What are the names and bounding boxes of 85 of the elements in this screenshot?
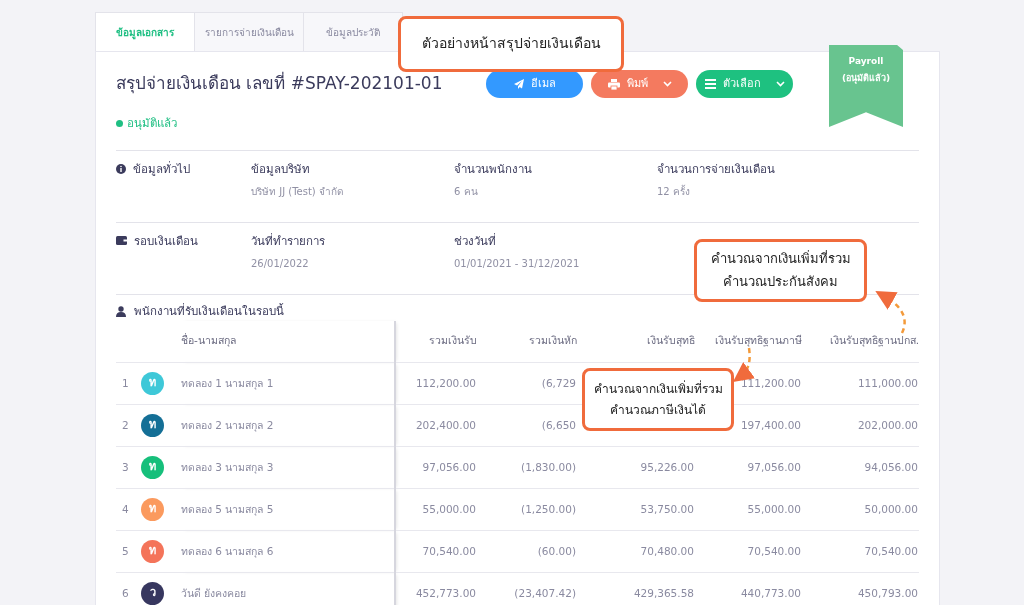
amount: 111,200.00: [740, 376, 801, 389]
avatar: ว: [141, 582, 164, 605]
field-value: 01/01/2021 - 31/12/2021: [454, 256, 581, 271]
amount: (6,729: [541, 376, 576, 389]
column-header: เงินรับสุทธิ: [647, 334, 695, 347]
amount: 70,480.00: [640, 544, 694, 557]
employee-name: ทดลอง 6 นามสกุล 6: [181, 544, 274, 557]
status-label: อนุมัติแล้ว: [127, 115, 177, 132]
section-heading: รอบเงินเดือน: [134, 233, 198, 251]
employee-name: ทดลอง 5 นามสกุล 5: [181, 502, 274, 515]
amount: 53,750.00: [640, 502, 694, 515]
amount: 111,000.00: [857, 376, 918, 389]
amount: 70,540.00: [422, 544, 476, 557]
avatar: ท: [141, 372, 164, 395]
amount: 55,000.00: [422, 502, 476, 515]
field-value: 26/01/2022: [251, 256, 310, 271]
printer-icon: [607, 78, 620, 90]
field-value: 6 คน: [454, 184, 479, 199]
amount: 50,000.00: [864, 502, 918, 515]
field-label: วันที่ทำรายการ: [251, 233, 326, 251]
employee-name: ทดลอง 3 นามสกุล 3: [181, 460, 274, 473]
tab[interactable]: ข้อมูลเอกสาร: [95, 12, 195, 52]
amount: 197,400.00: [740, 418, 801, 431]
amount: 202,000.00: [857, 418, 918, 431]
amount: (1,250.00): [521, 502, 576, 515]
wallet-icon: [116, 236, 127, 246]
row-number: 3: [122, 460, 129, 473]
avatar: ท: [141, 414, 164, 437]
avatar: ท: [141, 456, 164, 479]
amount: 97,056.00: [422, 460, 476, 473]
row-number: 4: [122, 502, 129, 515]
person-icon: [116, 306, 126, 318]
employee-name: ทดลอง 1 นามสกุล 1: [181, 376, 274, 389]
employee-name: วันดี ยังคงคอย: [181, 586, 247, 599]
row-number: 1: [122, 376, 129, 389]
section-heading: พนักงานที่รับเงินเดือนในรอบนี้: [134, 303, 284, 321]
callout-note: ตัวอย่างหน้าสรุปจ่ายเงินเดือน: [398, 16, 624, 72]
amount: 55,000.00: [747, 502, 801, 515]
field-value: 12 ครั้ง: [657, 183, 691, 199]
tab[interactable]: รายการจ่ายเงินเดือน: [194, 12, 304, 52]
email-button[interactable]: อีเมล: [486, 70, 583, 98]
amount: (23,407.42): [514, 586, 576, 599]
row-number: 6: [122, 586, 129, 599]
avatar: ท: [141, 498, 164, 521]
field-label: จำนวนการจ่ายเงินเดือน: [657, 161, 776, 179]
field-label: จำนวนพนักงาน: [454, 161, 533, 179]
amount: (60.00): [537, 544, 576, 557]
column-header: รวมเงินหัก: [529, 334, 577, 347]
field-label: ข้อมูลบริษัท: [251, 161, 311, 179]
section-heading: ข้อมูลทั่วไป: [133, 161, 190, 179]
amount: 452,773.00: [415, 586, 476, 599]
employee-name: ทดลอง 2 นามสกุล 2: [181, 418, 274, 431]
avatar: ท: [141, 540, 164, 563]
amount: 202,400.00: [415, 418, 476, 431]
column-header: เงินรับสุทธิฐานภาษี: [715, 334, 802, 347]
dashed-arrow: [875, 290, 906, 334]
amount: 429,365.58: [633, 586, 694, 599]
info-icon: [116, 164, 126, 175]
amount: 70,540.00: [864, 544, 918, 557]
field-label: ช่วงวันที่: [454, 233, 497, 251]
column-header: ชื่อ-นามสกุล: [181, 334, 236, 347]
options-button[interactable]: ตัวเลือก: [696, 70, 793, 98]
amount: 97,056.00: [747, 460, 801, 473]
menu-icon: [704, 79, 716, 89]
send-icon: [513, 79, 524, 89]
status-ribbon: Payroll (อนุมัติแล้ว): [829, 45, 903, 127]
amount: (6,650: [541, 418, 576, 431]
amount: (1,830.00): [521, 460, 576, 473]
amount: 440,773.00: [740, 586, 801, 599]
column-header: เงินรับสุทธิฐานปกส.: [829, 334, 919, 347]
status-dot: [116, 120, 123, 128]
print-button[interactable]: พิมพ์: [591, 70, 688, 98]
amount: 94,056.00: [864, 460, 918, 473]
column-header: รวมเงินรับ: [429, 334, 477, 347]
amount: 95,226.00: [640, 460, 694, 473]
callout-note: คำนวณจากเงินเพิ่มที่รวมคำนวณภาษีเงินได้: [582, 368, 734, 431]
amount: 70,540.00: [747, 544, 801, 557]
amount: 450,793.00: [857, 586, 918, 599]
document-title: สรุปจ่ายเงินเดือน เลขที่ #SPAY-202101-01: [116, 71, 444, 96]
amount: 112,200.00: [415, 376, 476, 389]
tab[interactable]: ข้อมูลประวัติ: [303, 12, 403, 52]
field-value: บริษัท JJ (Test) จำกัด: [251, 184, 344, 199]
callout-note: คำนวณจากเงินเพิ่มที่รวมคำนวณประกันสังคม: [694, 239, 867, 302]
row-number: 5: [122, 544, 129, 557]
row-number: 2: [122, 418, 129, 431]
